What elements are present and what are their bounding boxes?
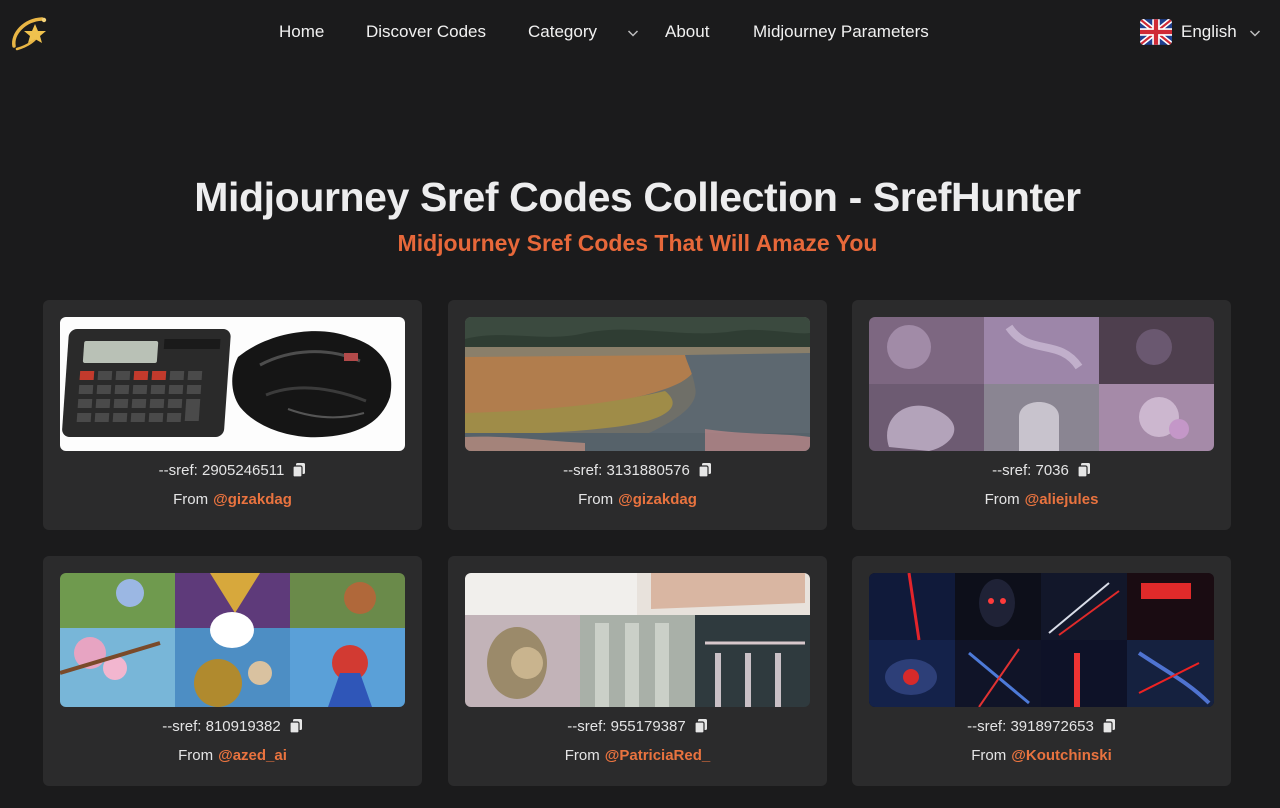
sref-code-row: --sref: 2905246511 — [43, 460, 422, 482]
from-label: From — [178, 747, 214, 764]
nav-about-link[interactable]: About — [665, 20, 709, 44]
sref-code: --sref: 7036 — [992, 462, 1069, 479]
author-link[interactable]: @aliejules — [1025, 491, 1099, 508]
language-label: English — [1181, 22, 1237, 41]
sref-code-row: --sref: 955179387 — [448, 716, 827, 738]
sref-code-row: --sref: 810919382 — [43, 716, 422, 738]
nav-category-link[interactable]: Category — [528, 20, 597, 44]
copy-icon[interactable] — [698, 462, 712, 478]
category-chevron-down-icon[interactable] — [627, 26, 639, 38]
nav-discover-codes-link[interactable]: Discover Codes — [366, 20, 486, 44]
sref-code: --sref: 3918972653 — [967, 718, 1094, 735]
author-link[interactable]: @Koutchinski — [1011, 747, 1111, 764]
sref-code-row: --sref: 7036 — [852, 460, 1231, 482]
uk-flag-icon — [1140, 19, 1172, 45]
sref-preview-image[interactable] — [465, 573, 810, 707]
copy-icon[interactable] — [1102, 718, 1116, 734]
sref-code: --sref: 2905246511 — [158, 462, 285, 479]
author-link[interactable]: @PatriciaRed_ — [605, 747, 711, 764]
sref-card[interactable]: --sref: 2905246511 From @gizakdag — [43, 300, 422, 530]
sref-card[interactable]: --sref: 810919382 From @azed_ai — [43, 556, 422, 786]
sref-code: --sref: 3131880576 — [563, 462, 690, 479]
author-link[interactable]: @gizakdag — [213, 491, 292, 508]
sref-code: --sref: 810919382 — [162, 718, 281, 735]
sref-preview-image[interactable] — [869, 573, 1214, 707]
from-label: From — [578, 491, 614, 508]
author-row: From @PatriciaRed_ — [448, 745, 827, 767]
sref-code-row: --sref: 3918972653 — [852, 716, 1231, 738]
author-link[interactable]: @gizakdag — [618, 491, 697, 508]
copy-icon[interactable] — [1077, 462, 1091, 478]
site-logo-icon[interactable] — [8, 10, 54, 54]
from-label: From — [971, 747, 1007, 764]
copy-icon[interactable] — [292, 462, 306, 478]
sref-card[interactable]: --sref: 3131880576 From @gizakdag — [448, 300, 827, 530]
sref-code-row: --sref: 3131880576 — [448, 460, 827, 482]
sref-card[interactable]: --sref: 7036 From @aliejules — [852, 300, 1231, 530]
sref-preview-image[interactable] — [60, 317, 405, 451]
author-row: From @Koutchinski — [852, 745, 1231, 767]
language-chevron-down-icon — [1249, 26, 1261, 38]
author-row: From @gizakdag — [448, 489, 827, 511]
from-label: From — [984, 491, 1020, 508]
nav-midjourney-parameters-link[interactable]: Midjourney Parameters — [753, 20, 929, 44]
sref-preview-image[interactable] — [465, 317, 810, 451]
copy-icon[interactable] — [694, 718, 708, 734]
author-row: From @azed_ai — [43, 745, 422, 767]
sref-preview-image[interactable] — [60, 573, 405, 707]
sref-card[interactable]: --sref: 955179387 From @PatriciaRed_ — [448, 556, 827, 786]
author-row: From @aliejules — [852, 489, 1231, 511]
from-label: From — [564, 747, 600, 764]
copy-icon[interactable] — [289, 718, 303, 734]
author-row: From @gizakdag — [43, 489, 422, 511]
sref-card[interactable]: --sref: 3918972653 From @Koutchinski — [852, 556, 1231, 786]
author-link[interactable]: @azed_ai — [218, 747, 287, 764]
nav-home-link[interactable]: Home — [279, 20, 324, 44]
from-label: From — [173, 491, 209, 508]
sref-code: --sref: 955179387 — [567, 718, 686, 735]
top-navigation-bar: Home Discover Codes Category About Midjo… — [0, 0, 1280, 64]
page-title: Midjourney Sref Codes Collection - SrefH… — [194, 174, 1081, 220]
sref-preview-image[interactable] — [869, 317, 1214, 451]
page-subtitle: Midjourney Sref Codes That Will Amaze Yo… — [397, 230, 878, 256]
